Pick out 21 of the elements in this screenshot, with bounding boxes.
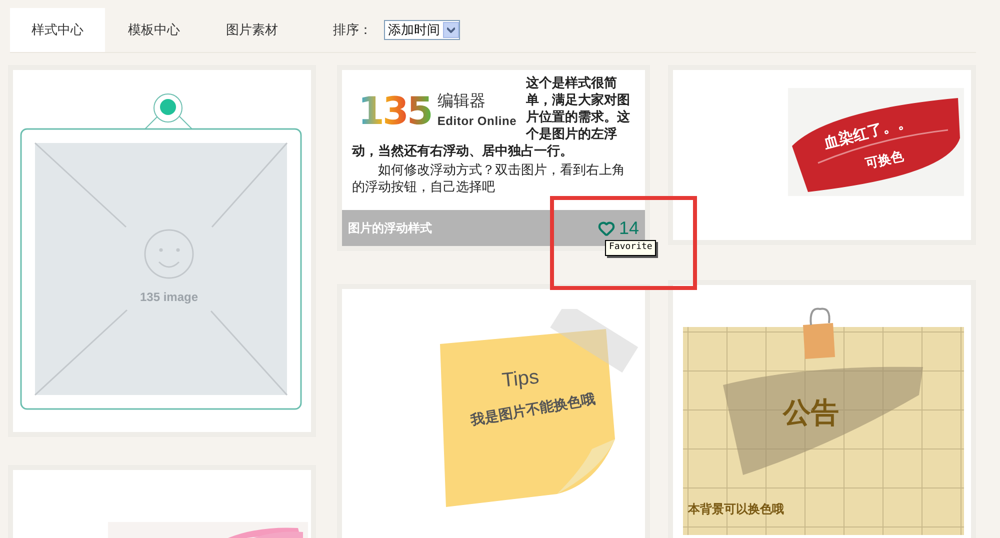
- description-text: 这个是样式很简单，满足大家对图片位置的需求。这个是图片的左浮: [526, 74, 631, 142]
- tab[interactable]: 模板中心: [105, 8, 203, 52]
- logo-subtitle: Editor Online: [437, 113, 517, 130]
- sort-label: 排序：: [333, 21, 372, 40]
- template-title: 图片的浮动样式: [348, 220, 432, 237]
- tooltip: Favorite: [605, 240, 656, 256]
- template-card[interactable]: 公告 本背景可以换色哦: [668, 280, 976, 538]
- tab[interactable]: 样式中心: [10, 8, 105, 52]
- placeholder-caption: 135 image: [138, 289, 200, 306]
- tab[interactable]: 图片素材: [203, 8, 301, 52]
- description-paragraph: 如何修改浮动方式？双击图片，看到右上角的浮动按钮，自己选择吧: [352, 161, 626, 195]
- logo-title: 编辑器: [437, 92, 486, 112]
- template-card[interactable]: 血染红了。。 可换色: [668, 65, 976, 245]
- sort-select[interactable]: 添加时间: [384, 20, 460, 40]
- brush-subtitle: 可换色: [863, 147, 906, 173]
- heart-icon: [598, 220, 615, 236]
- caret-icon: [447, 27, 455, 33]
- description-text: 动，当然还有右浮动、居中独占一行。: [352, 142, 574, 159]
- notice-footer: 本背景可以换色哦: [688, 500, 784, 518]
- notice-title: 公告: [783, 396, 839, 430]
- template-card[interactable]: Tips 我是图片不能换色哦: [337, 284, 650, 538]
